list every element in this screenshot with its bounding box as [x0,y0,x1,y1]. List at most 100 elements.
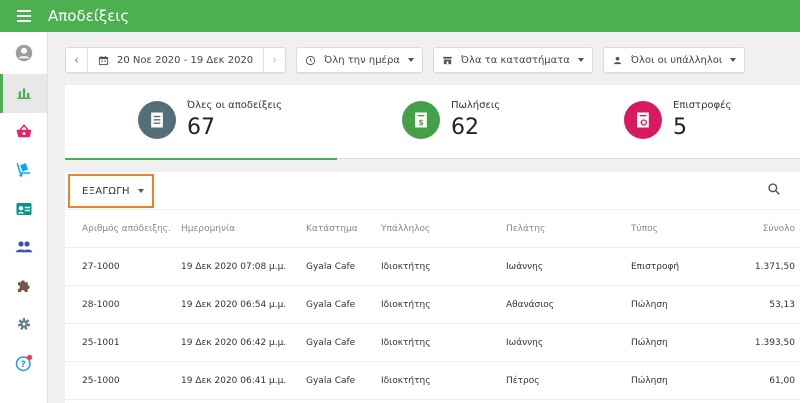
receipts-table: Αριθμός απόδειξης. Ημερομηνία Κατάστημα … [65,209,800,400]
filter-bar: ‹ 20 Νοε 2020 - 19 Δεκ 2020 › Όλη την ημ… [65,47,755,73]
sidebar-item-help[interactable]: ? [0,344,47,383]
export-button[interactable]: ΕΞΑΓΩΓΗ [68,174,154,208]
cell-receipt-number: 28-1000 [82,299,120,310]
column-header-date[interactable]: Ημερομηνία [181,210,235,247]
column-header-receipt-number[interactable]: Αριθμός απόδειξης. [82,210,171,247]
cell-customer: Ιωάννης [506,261,544,272]
employee-filter-label: Όλοι οι υπάλληλοι [630,54,723,66]
date-range-picker: ‹ 20 Νοε 2020 - 19 Δεκ 2020 › [65,47,287,73]
search-icon[interactable] [765,180,783,198]
sidebar: ? [0,32,48,403]
store-icon [442,55,453,66]
basket-icon [16,123,31,137]
cell-receipt-number: 25-1001 [82,337,120,348]
chevron-down-icon [407,58,414,62]
bar-chart-icon [16,88,31,100]
receipts-panel: ΕΞΑΓΩΓΗ Αριθμός απόδειξης. Ημερομηνία Κα… [65,172,800,403]
store-filter[interactable]: Όλα τα καταστήματα [432,47,593,73]
stat-value: 5 [673,115,687,140]
column-header-employee[interactable]: Υπάλληλος [381,210,430,247]
sales-receipt-icon: $ [402,101,440,139]
table-row[interactable]: 25-1000 19 Δεκ 2020 06:41 μ.μ. Gyala Caf… [65,362,800,400]
svg-text:?: ? [20,360,25,370]
stat-value: 67 [187,115,215,140]
cell-store: Gyala Cafe [306,261,356,272]
sidebar-item-customers[interactable] [0,190,47,229]
stat-label: Πωλήσεις [451,100,501,111]
people-icon [15,241,32,253]
cell-receipt-number: 27-1000 [82,261,120,272]
cell-store: Gyala Cafe [306,375,356,386]
svg-text:$: $ [418,118,423,127]
chevron-down-icon [730,58,737,62]
stat-refunds[interactable]: Επιστροφές 5 [567,85,800,159]
cell-date: 19 Δεκ 2020 06:41 μ.μ. [181,375,287,386]
cell-total: 1.393,50 [754,337,795,348]
table-row[interactable]: 27-1000 19 Δεκ 2020 07:08 μ.μ. Gyala Caf… [65,248,800,286]
id-card-icon [16,202,31,215]
person-icon [612,55,623,66]
cell-employee: Ιδιοκτήτης [381,337,431,348]
cell-store: Gyala Cafe [306,337,356,348]
sidebar-item-settings[interactable] [0,305,47,344]
column-header-type[interactable]: Τύπος [631,210,658,247]
cell-store: Gyala Cafe [306,299,356,310]
top-bar: Αποδείξεις [0,0,800,32]
cell-date: 19 Δεκ 2020 06:54 μ.μ. [181,299,287,310]
cell-type: Πώληση [631,375,668,386]
cell-type: Πώληση [631,337,668,348]
column-header-store[interactable]: Κατάστημα [306,210,358,247]
date-range-label: 20 Νοε 2020 - 19 Δεκ 2020 [117,54,254,66]
stat-label: Επιστροφές [673,100,732,111]
cell-total: 1.371,50 [754,261,795,272]
calendar-icon [98,55,109,66]
cell-employee: Ιδιοκτήτης [381,299,431,310]
cell-customer: Ιωάννης [506,337,544,348]
stat-value: 62 [451,115,479,140]
next-period-button[interactable]: › [263,48,285,72]
table-header: Αριθμός απόδειξης. Ημερομηνία Κατάστημα … [65,209,800,248]
store-filter-label: Όλα τα καταστήματα [460,54,570,66]
stat-label: Όλες οι αποδείξεις [187,100,283,111]
column-header-customer[interactable]: Πελάτης [506,210,545,247]
export-label: ΕΞΑΓΩΓΗ [82,185,130,197]
cell-type: Επιστροφή [631,261,680,272]
cell-date: 19 Δεκ 2020 06:42 μ.μ. [181,337,287,348]
cell-employee: Ιδιοκτήτης [381,375,431,386]
time-filter[interactable]: Όλη την ημέρα [296,47,423,73]
receipt-summary: Όλες οι αποδείξεις 67 $ Πωλήσεις 62 Επισ… [65,85,800,160]
sidebar-item-inventory[interactable] [0,151,47,190]
account-icon [15,44,32,62]
menu-icon[interactable] [0,0,48,32]
prev-period-button[interactable]: ‹ [66,48,88,72]
sidebar-item-analytics[interactable] [0,74,47,113]
column-header-total[interactable]: Σύνολο [763,210,795,247]
cell-total: 53,13 [769,299,795,310]
puzzle-icon [17,280,30,292]
sidebar-item-account[interactable] [0,32,47,74]
receipt-icon [138,101,176,139]
cell-receipt-number: 25-1000 [82,375,120,386]
sidebar-item-employees[interactable] [0,228,47,267]
table-row[interactable]: 25-1001 19 Δεκ 2020 06:42 μ.μ. Gyala Caf… [65,324,800,362]
cell-total: 61,00 [769,375,795,386]
employee-filter[interactable]: Όλοι οι υπάλληλοι [602,47,746,73]
stat-all-receipts[interactable]: Όλες οι αποδείξεις 67 [65,85,337,160]
help-icon: ? [15,354,32,371]
cell-customer: Πέτρος [506,375,540,386]
date-range-button[interactable]: 20 Νοε 2020 - 19 Δεκ 2020 [88,55,263,66]
chevron-down-icon [577,58,584,62]
cell-date: 19 Δεκ 2020 07:08 μ.μ. [181,261,287,272]
dolly-icon [16,163,30,177]
chevron-down-icon [137,189,144,193]
sidebar-item-sales[interactable] [0,113,47,152]
cell-type: Πώληση [631,299,668,310]
gear-icon [17,318,30,331]
cell-customer: Αθανάσιος [506,299,555,310]
sidebar-item-integrations[interactable] [0,267,47,306]
refund-receipt-icon [624,101,662,139]
stat-sales[interactable]: $ Πωλήσεις 62 [337,85,567,159]
cell-employee: Ιδιοκτήτης [381,261,431,272]
table-row[interactable]: 28-1000 19 Δεκ 2020 06:54 μ.μ. Gyala Caf… [65,286,800,324]
active-tab-indicator [65,158,337,160]
